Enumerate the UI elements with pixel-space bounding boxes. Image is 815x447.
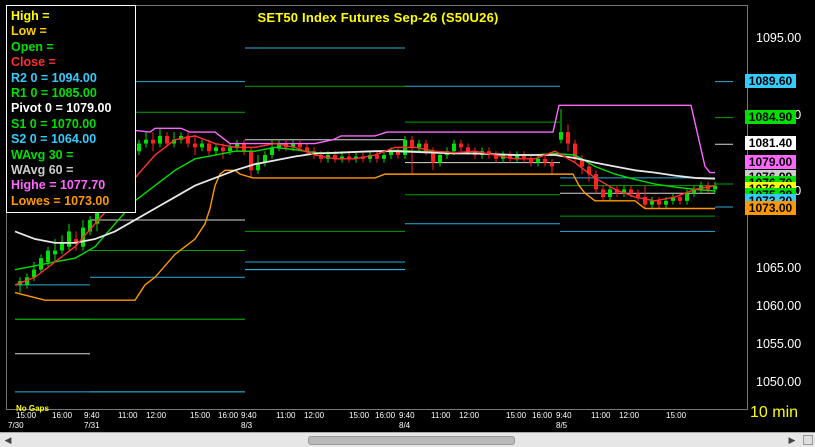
candle-body bbox=[382, 155, 386, 159]
scroll-left-icon[interactable]: ◀ bbox=[2, 434, 14, 446]
candle-body bbox=[657, 200, 661, 205]
time-tick-label: 15:00 bbox=[349, 411, 370, 420]
candle-body bbox=[452, 143, 456, 152]
candle-body bbox=[566, 132, 570, 144]
price-tick-label: 1095.00 bbox=[756, 31, 802, 46]
price-badge: 1089.60 bbox=[745, 73, 796, 88]
time-tick-label: 9:40 bbox=[84, 411, 100, 420]
time-tick-label: 9:40 bbox=[399, 411, 415, 420]
price-badge: 1073.00 bbox=[745, 200, 796, 215]
candle-body bbox=[221, 147, 225, 152]
candle-body bbox=[678, 197, 682, 201]
time-tick-label: 15:00 bbox=[506, 411, 527, 420]
candle-body bbox=[193, 143, 197, 148]
time-tick-label: 11:00 bbox=[431, 411, 451, 420]
horizontal-scrollbar[interactable]: ◀ ▶ bbox=[0, 432, 815, 447]
legend-item: Lowes = 1073.00 bbox=[11, 193, 110, 208]
candle-body bbox=[249, 151, 253, 171]
chart-window: SET50 Index Futures Sep-26 (S50U26) High… bbox=[0, 0, 815, 447]
candle-body bbox=[410, 139, 414, 148]
time-tick-label: 9:40 bbox=[556, 411, 572, 420]
time-tick-label: 12:00 bbox=[146, 411, 167, 420]
price-tick-label: 1055.00 bbox=[756, 337, 802, 352]
candle-body bbox=[466, 147, 470, 152]
candle-body bbox=[685, 193, 689, 201]
scroll-right-icon[interactable]: ▶ bbox=[786, 434, 798, 446]
legend-item: R1 0 = 1085.00 bbox=[11, 86, 97, 101]
candle-body bbox=[629, 189, 633, 194]
time-tick-label: 15:00 bbox=[190, 411, 211, 420]
time-tick-label: 9:40 bbox=[241, 411, 257, 420]
price-badge: 1081.40 bbox=[745, 136, 796, 151]
legend-item: Highe = 1077.70 bbox=[11, 178, 106, 193]
legend-item: WAvg 30 = bbox=[11, 147, 74, 162]
time-tick-label: 15:00 bbox=[16, 411, 37, 420]
resize-grip-icon[interactable] bbox=[803, 435, 813, 445]
legend-item: WAvg 60 = bbox=[11, 163, 74, 178]
candle-body bbox=[650, 200, 654, 205]
price-badge: 1084.90 bbox=[745, 109, 796, 124]
candle-body bbox=[375, 155, 379, 159]
legend-item: High = bbox=[11, 9, 50, 23]
candle-body bbox=[158, 135, 162, 144]
indicator-legend: High = Low = Open = Close = R2 0 = 1094.00 R1… bbox=[6, 5, 136, 213]
candle-body bbox=[214, 147, 218, 152]
price-axis: 1095.001085.001075.001065.001060.001055.… bbox=[748, 0, 815, 430]
candle-body bbox=[144, 139, 148, 144]
legend-item: S2 0 = 1064.00 bbox=[11, 132, 97, 147]
time-tick-label: 11:00 bbox=[591, 411, 611, 420]
candle-body bbox=[46, 250, 50, 262]
candle-body bbox=[438, 155, 442, 163]
date-label: 8/5 bbox=[556, 421, 568, 430]
time-tick-label: 15:00 bbox=[666, 411, 687, 420]
price-tick-label: 1065.00 bbox=[756, 260, 802, 275]
time-tick-label: 16:00 bbox=[218, 411, 239, 420]
candle-body bbox=[207, 143, 211, 152]
candle-body bbox=[228, 147, 232, 152]
candle-body bbox=[559, 132, 563, 140]
legend-item: S1 0 = 1070.00 bbox=[11, 116, 97, 131]
price-tick-label: 1050.00 bbox=[756, 375, 802, 390]
legend-item: Low = bbox=[11, 24, 47, 39]
time-axis: 15:00 16:00 9:40 11:00 12:00 15:00 16:00 9:40 11… bbox=[6, 410, 748, 432]
scrollbar-thumb[interactable] bbox=[308, 436, 515, 445]
legend-item: Pivot 0 = 1079.00 bbox=[11, 101, 112, 116]
legend-item: Close = bbox=[11, 55, 56, 70]
candle-body bbox=[151, 139, 155, 144]
time-tick-label: 12:00 bbox=[304, 411, 325, 420]
timeframe-label[interactable]: 10 min bbox=[750, 404, 798, 422]
candle-body bbox=[417, 143, 421, 148]
candle-body bbox=[608, 189, 612, 198]
candle-body bbox=[53, 250, 57, 255]
time-tick-label: 16:00 bbox=[375, 411, 396, 420]
candle-body bbox=[459, 143, 463, 148]
date-label: 8/3 bbox=[241, 421, 253, 430]
time-tick-label: 16:00 bbox=[532, 411, 553, 420]
candle-body bbox=[60, 242, 64, 251]
candle-body bbox=[200, 143, 204, 148]
candle-body bbox=[550, 162, 554, 167]
time-tick-label: 12:00 bbox=[459, 411, 480, 420]
time-tick-label: 11:00 bbox=[276, 411, 296, 420]
candle-body bbox=[536, 158, 540, 163]
candle-body bbox=[601, 189, 605, 198]
time-tick-label: 11:00 bbox=[118, 411, 138, 420]
date-label: 7/31 bbox=[84, 421, 100, 430]
candle-body bbox=[165, 135, 169, 144]
time-tick-label: 12:00 bbox=[619, 411, 640, 420]
date-label: 7/30 bbox=[8, 421, 24, 430]
time-tick-label: 16:00 bbox=[52, 411, 73, 420]
candle-body bbox=[543, 158, 547, 163]
candle-body bbox=[67, 231, 71, 247]
candle-body bbox=[594, 174, 598, 190]
candle-body bbox=[636, 193, 640, 198]
date-label: 8/4 bbox=[399, 421, 411, 430]
price-tick-label: 1060.00 bbox=[756, 298, 802, 313]
candle-body bbox=[664, 200, 668, 205]
legend-item: Open = bbox=[11, 39, 54, 54]
legend-item: R2 0 = 1094.00 bbox=[11, 70, 97, 85]
price-badge: 1079.00 bbox=[745, 154, 796, 169]
candle-body bbox=[137, 143, 141, 152]
